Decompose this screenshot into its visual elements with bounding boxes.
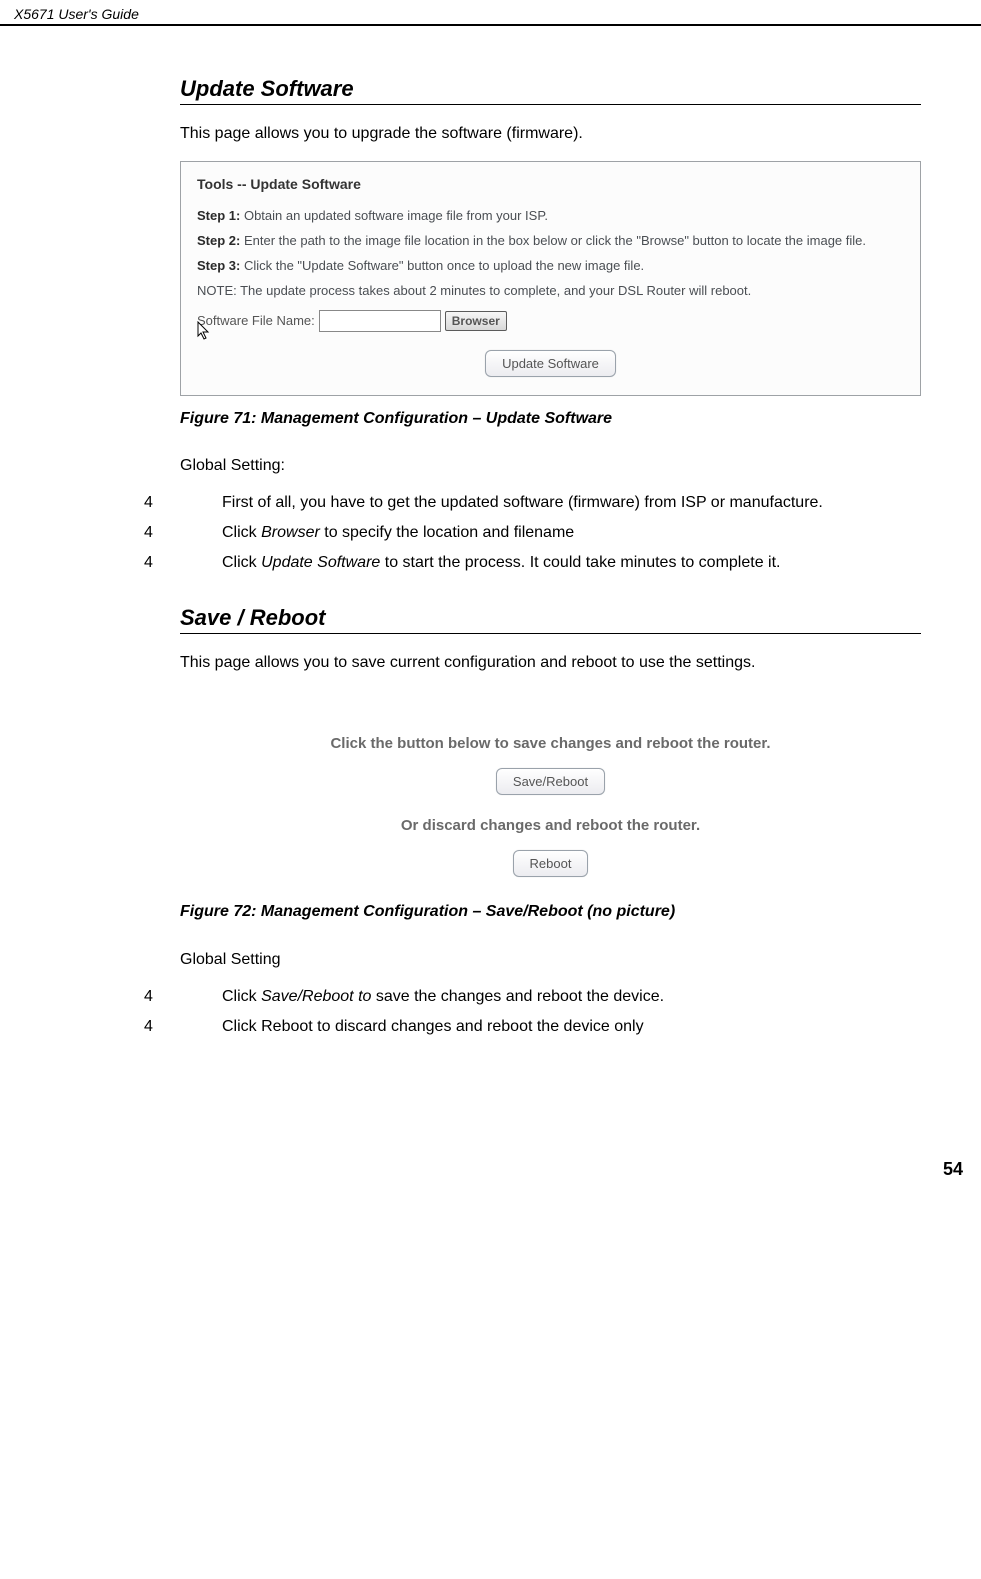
step-number: 4 — [180, 521, 204, 545]
browse-button[interactable]: Browser — [445, 311, 507, 331]
step-number: 4 — [180, 985, 204, 1009]
page-number: 54 — [0, 1159, 981, 1180]
list-item: 4 Click Browser to specify the location a… — [180, 521, 921, 545]
step3-label: Step 3: — [197, 258, 240, 273]
save-reboot-button-wrap: Save/Reboot — [190, 768, 911, 795]
page-header: X5671 User's Guide — [0, 0, 981, 26]
step-number: 4 — [180, 551, 204, 575]
step-text-prefix: Click — [222, 524, 261, 541]
step-text-italic: Update Software — [261, 554, 380, 571]
step-text-suffix: to specify the location and filename — [320, 524, 574, 541]
step-text-italic: Save/Reboot to — [261, 988, 371, 1005]
step1-label: Step 1: — [197, 208, 240, 223]
save-reboot-button[interactable]: Save/Reboot — [496, 768, 605, 795]
update-software-intro: This page allows you to upgrade the soft… — [180, 123, 921, 145]
step-text: First of all, you have to get the update… — [222, 494, 823, 511]
screenshot-note: NOTE: The update process takes about 2 m… — [197, 283, 904, 298]
list-item: 4 Click Update Software to start the proc… — [180, 551, 921, 575]
save-reboot-line2: Or discard changes and reboot the router… — [190, 817, 911, 834]
header-left: X5671 User's Guide — [14, 6, 139, 22]
section-underline — [180, 633, 921, 634]
update-button-row: Update Software — [197, 350, 904, 377]
screenshot-step2: Step 2: Enter the path to the image file… — [197, 233, 904, 248]
step2-text: Enter the path to the image file locatio… — [244, 233, 866, 248]
step-text-suffix: to start the process. It could take minu… — [380, 554, 780, 571]
step-text-prefix: Click — [222, 554, 261, 571]
step-text: Click Reboot to discard changes and rebo… — [222, 1018, 644, 1035]
page-body: Update Software This page allows you to … — [0, 26, 981, 1079]
file-field-label: Software File Name: — [197, 313, 315, 328]
step-text-italic: Browser — [261, 524, 320, 541]
update-software-button[interactable]: Update Software — [485, 350, 616, 377]
screenshot-title: Tools -- Update Software — [197, 176, 904, 192]
file-input-row: Software File Name: Browser — [197, 310, 904, 332]
figure71-caption: Figure 71: Management Configuration – Up… — [180, 408, 921, 430]
step-number: 4 — [180, 491, 204, 515]
global-setting-label-2: Global Setting — [180, 949, 921, 971]
save-reboot-intro: This page allows you to save current con… — [180, 652, 921, 674]
section-underline — [180, 104, 921, 105]
figure72-caption: Figure 72: Management Configuration – Sa… — [180, 901, 921, 923]
step2-label: Step 2: — [197, 233, 240, 248]
list-item: 4 First of all, you have to get the updat… — [180, 491, 921, 515]
save-reboot-line1: Click the button below to save changes a… — [190, 735, 911, 752]
step-number: 4 — [180, 1015, 204, 1039]
file-name-input[interactable] — [319, 310, 441, 332]
screenshot-save-reboot: Click the button below to save changes a… — [180, 689, 921, 889]
step-text-prefix: Click — [222, 988, 261, 1005]
list-item: 4 Click Save/Reboot to save the changes a… — [180, 985, 921, 1009]
step3-text: Click the "Update Software" button once … — [244, 258, 644, 273]
global-setting-label-1: Global Setting: — [180, 455, 921, 477]
screenshot-step3: Step 3: Click the "Update Software" butt… — [197, 258, 904, 273]
update-software-steps: 4 First of all, you have to get the updat… — [180, 491, 921, 575]
reboot-button-wrap: Reboot — [190, 850, 911, 877]
save-reboot-steps: 4 Click Save/Reboot to save the changes a… — [180, 985, 921, 1039]
reboot-button[interactable]: Reboot — [513, 850, 589, 877]
screenshot-update-software: Tools -- Update Software Step 1: Obtain … — [180, 161, 921, 396]
step-text-suffix: save the changes and reboot the device. — [371, 988, 664, 1005]
section-heading-save-reboot: Save / Reboot — [180, 605, 921, 631]
section-heading-update-software: Update Software — [180, 76, 921, 102]
list-item: 4 Click Reboot to discard changes and reb… — [180, 1015, 921, 1039]
screenshot-step1: Step 1: Obtain an updated software image… — [197, 208, 904, 223]
step1-text: Obtain an updated software image file fr… — [244, 208, 548, 223]
